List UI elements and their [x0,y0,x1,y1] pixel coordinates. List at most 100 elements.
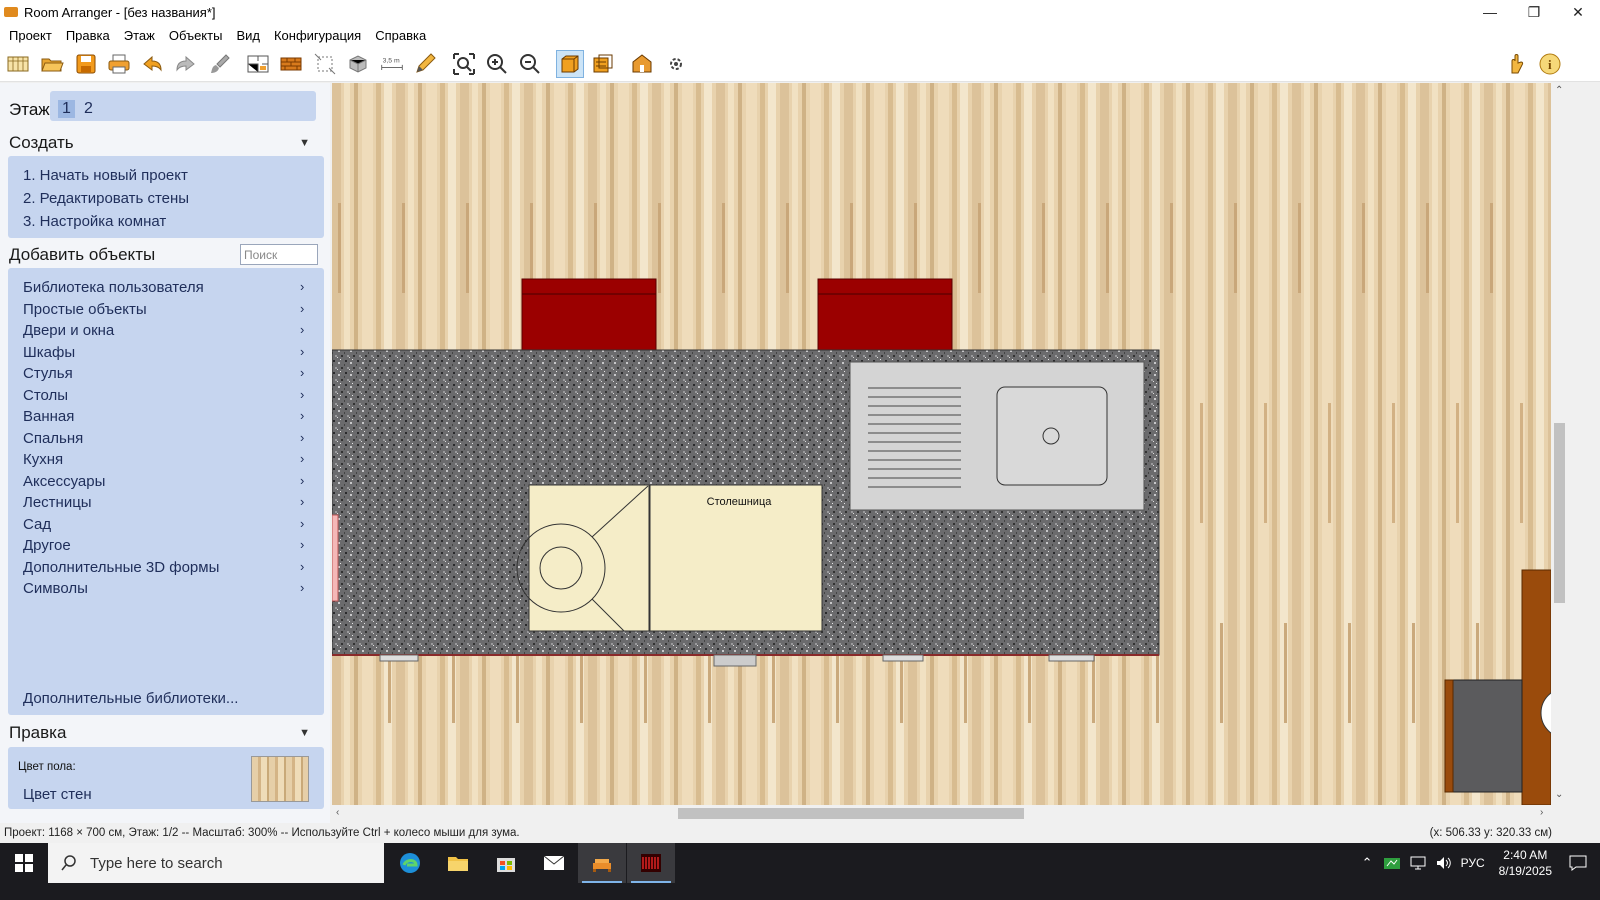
taskbar-search[interactable]: Type here to search [48,843,384,883]
menu-view[interactable]: Вид [229,28,267,43]
chair-right[interactable] [817,278,953,352]
floor-tab-1[interactable]: 1 [58,100,75,118]
notifications-icon[interactable] [1568,854,1588,872]
collapse-create-icon[interactable]: ▼ [299,137,310,149]
menu-help[interactable]: Справка [368,28,433,43]
network-app-icon[interactable] [1383,855,1401,871]
room-arranger-taskbar-icon[interactable] [578,843,626,883]
chevron-right-icon[interactable]: › [300,279,304,294]
library-item-3d-shapes[interactable]: Дополнительные 3D формы [23,559,219,576]
chevron-right-icon[interactable]: › [300,516,304,531]
paint-brush-icon[interactable] [206,50,234,78]
library-item-other[interactable]: Другое [23,537,71,554]
2d-view-icon[interactable] [556,50,584,78]
3d-view-icon[interactable] [589,50,617,78]
vertical-scroll-thumb[interactable] [1554,423,1565,603]
floor-tab-2[interactable]: 2 [80,100,97,118]
volume-icon[interactable] [1435,855,1453,871]
room-settings-link[interactable]: 3. Настройка комнат [23,213,166,230]
pencil-icon[interactable] [411,50,439,78]
3d-object-icon[interactable] [344,50,372,78]
library-item-tables[interactable]: Столы [23,387,68,404]
clock[interactable]: 2:40 AM 8/19/2025 [1499,847,1552,879]
library-item-accessories[interactable]: Аксессуары [23,473,105,490]
wall-icon[interactable] [277,50,305,78]
menu-project[interactable]: Проект [2,28,59,43]
zoom-out-icon[interactable] [516,50,544,78]
start-button[interactable] [0,843,48,883]
countertop-block[interactable]: Столешница [649,484,823,632]
open-folder-icon[interactable] [38,50,66,78]
app-taskbar-icon[interactable] [627,843,675,883]
library-item-bedroom[interactable]: Спальня [23,430,83,447]
close-button[interactable]: ✕ [1556,0,1600,24]
floor-plan-canvas[interactable]: Столешница [332,83,1551,805]
chevron-up-icon[interactable]: ⌃ [1362,855,1373,871]
chevron-right-icon[interactable]: › [300,301,304,316]
save-icon[interactable] [72,50,100,78]
chevron-right-icon[interactable]: › [300,365,304,380]
keyboard-language[interactable]: РУС [1461,856,1485,870]
library-item-stairs[interactable]: Лестницы [23,494,92,511]
library-item-garden[interactable]: Сад [23,516,51,533]
edit-walls-link[interactable]: 2. Редактировать стены [23,190,189,207]
undo-icon[interactable] [138,50,166,78]
network-icon[interactable] [1409,855,1427,871]
kitchen-sink[interactable] [849,361,1145,511]
object-search-input[interactable] [240,244,318,265]
chevron-right-icon[interactable]: › [300,408,304,423]
scroll-down-icon[interactable]: ⌄ [1555,789,1563,800]
library-item-cabinets[interactable]: Шкафы [23,344,75,361]
minimize-button[interactable]: — [1468,0,1512,24]
menu-configuration[interactable]: Конфигурация [267,28,368,43]
chevron-right-icon[interactable]: › [300,559,304,574]
new-project-icon[interactable] [4,50,32,78]
settings-3d-icon[interactable] [662,50,690,78]
edge-browser-icon[interactable] [386,843,434,883]
zoom-in-icon[interactable] [483,50,511,78]
library-item-doors-windows[interactable]: Двери и окна [23,322,114,339]
3d-house-icon[interactable] [628,50,656,78]
scroll-right-icon[interactable]: › [1540,807,1543,818]
hand-tool-icon[interactable] [1502,50,1530,78]
chevron-right-icon[interactable]: › [300,451,304,466]
wall-color-link[interactable]: Цвет стен [23,786,92,803]
library-item-chairs[interactable]: Стулья [23,365,73,382]
mail-icon[interactable] [530,843,578,883]
floor-color-swatch[interactable] [251,756,309,802]
file-explorer-icon[interactable] [434,843,482,883]
info-icon[interactable]: i [1536,50,1564,78]
chevron-right-icon[interactable]: › [300,322,304,337]
new-project-link[interactable]: 1. Начать новый проект [23,167,188,184]
vertical-scrollbar[interactable]: ⌃ ⌄ [1551,83,1568,805]
horizontal-scroll-thumb[interactable] [678,808,1024,819]
menu-edit[interactable]: Правка [59,28,117,43]
microsoft-store-icon[interactable] [482,843,530,883]
chevron-right-icon[interactable]: › [300,344,304,359]
wooden-cabinet[interactable] [1521,569,1551,805]
print-icon[interactable] [105,50,133,78]
chevron-right-icon[interactable]: › [300,580,304,595]
restore-button[interactable]: ❐ [1512,0,1556,24]
room-select-icon[interactable] [311,50,339,78]
menu-floor[interactable]: Этаж [117,28,162,43]
library-item-simple-objects[interactable]: Простые объекты [23,301,147,318]
collapse-edit-icon[interactable]: ▼ [299,727,310,739]
measure-tool-icon[interactable]: 3,5 m [377,50,407,78]
redo-icon[interactable] [172,50,200,78]
library-item-symbols[interactable]: Символы [23,580,88,597]
dark-appliance[interactable] [1444,679,1523,793]
horizontal-scrollbar[interactable]: ‹ › [332,805,1551,822]
chevron-right-icon[interactable]: › [300,387,304,402]
chevron-right-icon[interactable]: › [300,473,304,488]
library-item-bathroom[interactable]: Ванная [23,408,74,425]
menu-objects[interactable]: Объекты [162,28,230,43]
library-item-kitchen[interactable]: Кухня [23,451,63,468]
more-libraries-link[interactable]: Дополнительные библиотеки... [23,690,238,707]
chevron-right-icon[interactable]: › [300,537,304,552]
corner-cabinet[interactable] [516,484,650,632]
floor-plan-icon[interactable] [244,50,272,78]
chair-left[interactable] [521,278,657,352]
scroll-up-icon[interactable]: ⌃ [1555,85,1563,96]
chevron-right-icon[interactable]: › [300,430,304,445]
